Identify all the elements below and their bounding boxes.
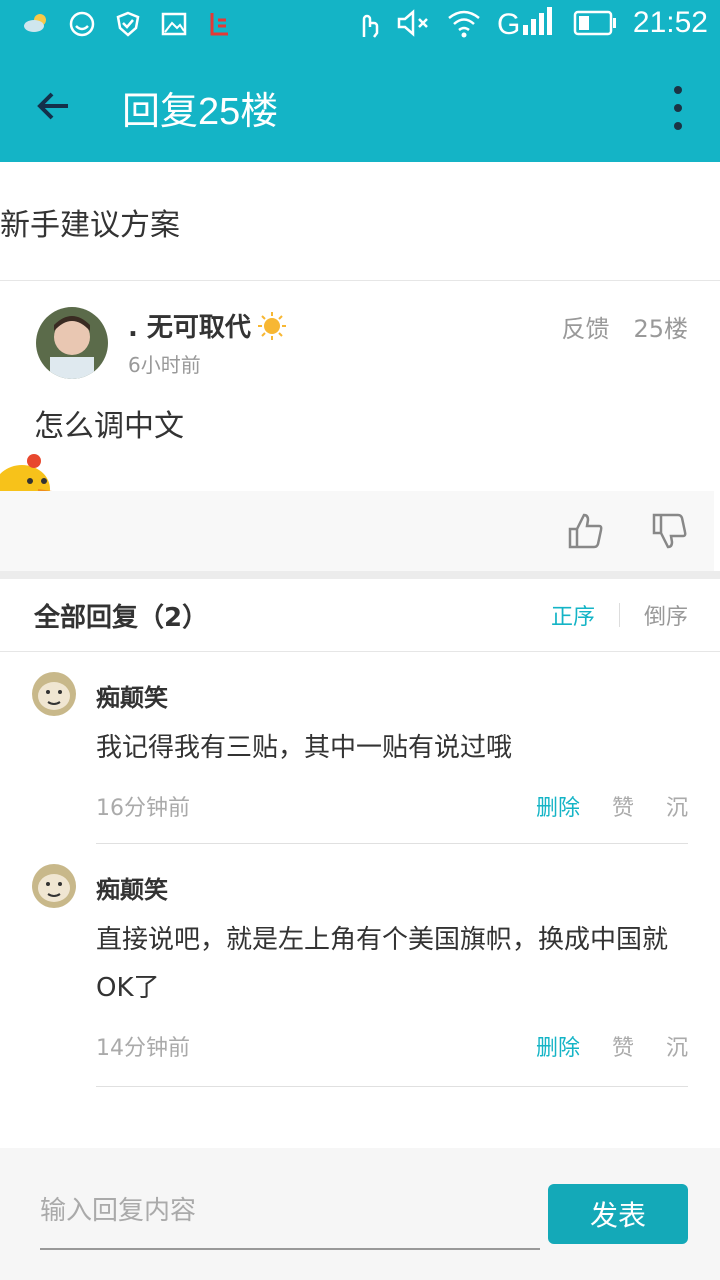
arrow-left-icon[interactable] [30, 80, 82, 132]
thumbs-down-icon[interactable] [650, 511, 690, 551]
list-item: 痴颠笑 我记得我有三贴，其中一贴有说过哦 16分钟前 删除 赞 沉 [0, 652, 720, 844]
delete-button[interactable]: 删除 [536, 1030, 580, 1062]
wifi-icon [448, 10, 480, 38]
reply-username[interactable]: 痴颠笑 [96, 678, 168, 713]
status-time: 21:52 [632, 6, 708, 39]
avatar[interactable] [32, 672, 76, 716]
page-title: 回复25楼 [122, 91, 279, 133]
letv-icon [210, 13, 228, 36]
status-bar: G 21:52 [0, 0, 720, 50]
avatar[interactable] [32, 864, 76, 908]
post-time: 6小时前 [128, 353, 201, 377]
delete-button[interactable]: 删除 [536, 790, 580, 822]
section-divider [0, 571, 720, 579]
replies-header: 全部回复（2） 正序 倒序 [0, 579, 720, 652]
like-button[interactable]: 赞 [612, 1030, 634, 1062]
image-icon [161, 12, 187, 36]
post-content: 怎么调中文 [34, 409, 184, 444]
smiley-icon [69, 11, 95, 37]
sort-toggle: 正序 倒序 [551, 599, 688, 631]
thumbs-up-icon[interactable] [566, 511, 606, 551]
floor-post: . 无可取代 6小时前 反馈 25楼 怎么调中文 [0, 281, 720, 571]
signal-icon: G [497, 7, 552, 39]
reply-text: 直接说吧，就是左上角有个美国旗帜，换成中国就OK了 [96, 925, 669, 1003]
send-button[interactable]: 发表 [548, 1184, 688, 1244]
touch-icon [362, 14, 379, 38]
reply-input-placeholder: 输入回复内容 [40, 1196, 197, 1226]
battery-icon [573, 10, 616, 36]
sink-button[interactable]: 沉 [666, 1030, 688, 1062]
reply-time: 14分钟前 [96, 1036, 190, 1061]
sink-button[interactable]: 沉 [666, 790, 688, 822]
post-action-bar [0, 491, 714, 571]
reply-text: 我记得我有三贴，其中一贴有说过哦 [96, 733, 513, 763]
post-username[interactable]: . 无可取代 [128, 307, 287, 344]
like-button[interactable]: 赞 [612, 790, 634, 822]
sort-separator [618, 603, 620, 627]
sort-asc-button[interactable]: 正序 [551, 599, 595, 631]
list-item: 痴颠笑 直接说吧，就是左上角有个美国旗帜，换成中国就OK了 14分钟前 删除 赞… [0, 844, 720, 1088]
reply-input-bar: 输入回复内容 发表 [0, 1148, 720, 1280]
more-vert-icon[interactable] [666, 86, 690, 130]
thread-header: 新手建议方案 [0, 162, 720, 281]
avatar[interactable] [36, 307, 108, 379]
sort-desc-button[interactable]: 倒序 [644, 599, 688, 631]
reply-divider [96, 1086, 688, 1087]
app-bar: 回复25楼 [0, 50, 720, 162]
reply-username[interactable]: 痴颠笑 [96, 870, 168, 905]
weather-icon [24, 14, 46, 32]
thread-title[interactable]: 新手建议方案 [0, 200, 180, 244]
reply-time: 16分钟前 [96, 796, 190, 821]
sun-emoji-icon [257, 311, 286, 340]
reply-input[interactable]: 输入回复内容 [40, 1174, 540, 1250]
floor-number: 25楼 [633, 315, 688, 343]
mute-icon [397, 9, 428, 37]
replies-count-label: 全部回复（2） [34, 603, 209, 633]
shield-icon [116, 11, 140, 37]
feedback-link[interactable]: 反馈 [561, 309, 609, 344]
svg-text:G: G [497, 8, 520, 39]
